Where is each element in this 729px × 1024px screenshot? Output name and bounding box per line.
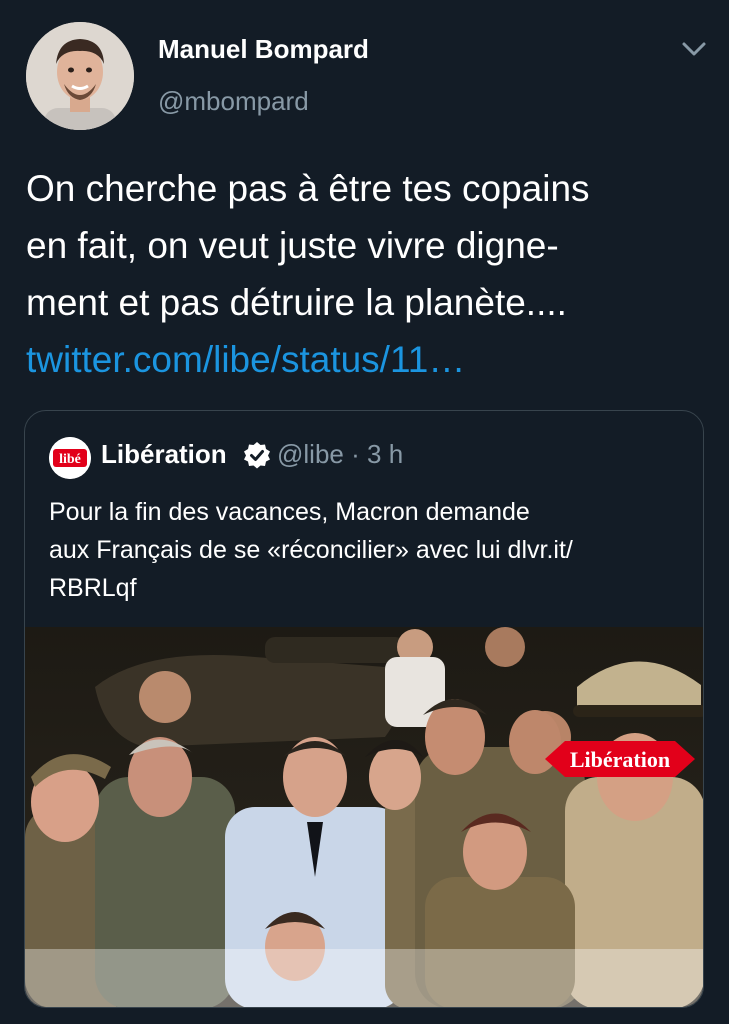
author-avatar[interactable] — [26, 22, 134, 130]
meta-separator: · — [351, 439, 360, 469]
group-photo-image — [25, 627, 703, 1007]
watermark-text: Libération — [570, 747, 670, 772]
author-handle[interactable]: @mbompard — [158, 86, 309, 117]
verified-badge-icon — [243, 441, 271, 469]
quoted-line: aux Français de se «réconcilier» avec lu… — [49, 536, 573, 564]
tweet-line: On cherche pas à être tes copains — [26, 168, 590, 209]
liberation-watermark: Libération — [545, 737, 695, 781]
quoted-line: RBRLqf — [49, 574, 137, 602]
tweet-body: On cherche pas à être tes copains en fai… — [26, 160, 716, 388]
tweet-link[interactable]: twitter.com/libe/status/11… — [26, 331, 716, 388]
tweet-line: ment et pas détruire la planète.... — [26, 282, 567, 323]
chevron-down-icon[interactable] — [676, 34, 712, 64]
quoted-line: Pour la fin des vacances, Macron demande — [49, 498, 530, 526]
quoted-tweet-body: Pour la fin des vacances, Macron demande… — [49, 493, 689, 607]
tweet-line: en fait, on veut juste vivre digne- — [26, 225, 559, 266]
quoted-time[interactable]: 3 h — [367, 439, 403, 469]
quoted-meta: @libe · 3 h — [277, 439, 403, 470]
quoted-handle[interactable]: @libe — [277, 439, 344, 469]
author-display-name[interactable]: Manuel Bompard — [158, 34, 369, 65]
liberation-logo-icon: libé — [49, 437, 91, 479]
logo-text: libé — [59, 452, 81, 467]
quoted-tweet-photo[interactable] — [25, 627, 703, 1007]
tweet-view: Manuel Bompard @mbompard On cherche pas … — [0, 0, 729, 1024]
quoted-tweet-card[interactable]: libé Libération @libe · 3 h Pour la fin … — [24, 410, 704, 1008]
quoted-display-name[interactable]: Libération — [101, 439, 227, 470]
avatar-photo — [26, 22, 134, 130]
